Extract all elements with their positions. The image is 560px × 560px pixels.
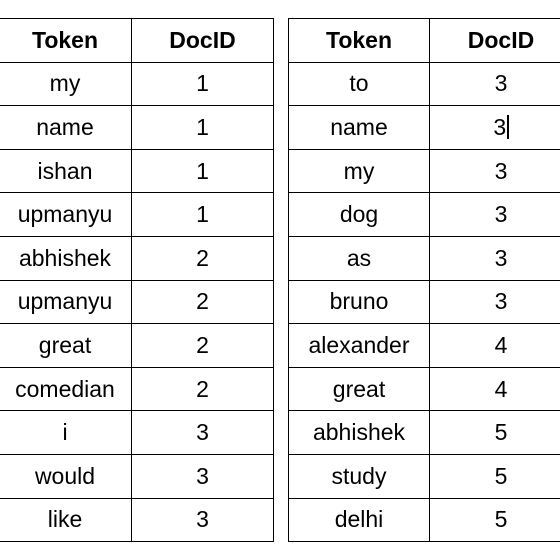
- table-row: delhi 5: [288, 497, 560, 543]
- token-cell[interactable]: dog: [288, 192, 430, 237]
- docid-cell[interactable]: 1: [131, 192, 274, 237]
- docid-cell[interactable]: 3: [429, 61, 560, 107]
- token-cell[interactable]: comedian: [0, 366, 132, 412]
- docid-cell[interactable]: 3: [131, 410, 274, 455]
- table-row: comedian 2: [0, 366, 274, 412]
- docid-cell[interactable]: 5: [429, 410, 560, 455]
- table-row: my 3: [288, 148, 560, 194]
- token-cell[interactable]: as: [288, 235, 430, 281]
- table-row: i3: [0, 410, 274, 455]
- docid-cell[interactable]: 3: [429, 279, 560, 325]
- table-row: upmanyu 2: [0, 279, 274, 325]
- docid-cell[interactable]: 4: [429, 323, 560, 368]
- docid-value: 3: [493, 113, 507, 140]
- docid-cell[interactable]: 1: [131, 148, 274, 194]
- table-row: name 1: [0, 105, 274, 150]
- docid-cell[interactable]: 5: [429, 497, 560, 543]
- token-cell[interactable]: alexander: [288, 323, 430, 368]
- token-cell[interactable]: i: [0, 410, 132, 455]
- table-row: abhishek 5: [288, 410, 560, 455]
- header-row: Token DocID: [288, 18, 560, 63]
- token-cell[interactable]: my: [0, 61, 132, 107]
- table-row: ishan 1: [0, 148, 274, 194]
- docid-cell[interactable]: 3: [429, 105, 560, 150]
- table-row: great 2: [0, 323, 274, 368]
- header-docid: DocID: [429, 18, 560, 63]
- docid-cell[interactable]: 2: [131, 366, 274, 412]
- header-docid: DocID: [131, 18, 274, 63]
- token-cell[interactable]: like: [0, 497, 132, 543]
- token-cell[interactable]: upmanyu: [0, 192, 132, 237]
- token-cell[interactable]: study: [288, 453, 430, 499]
- docid-cell[interactable]: 1: [131, 105, 274, 150]
- token-cell[interactable]: my: [288, 148, 430, 194]
- docid-cell[interactable]: 3: [131, 497, 274, 543]
- token-cell[interactable]: would: [0, 453, 132, 499]
- token-table-right: Token DocID to 3 name 3 my 3 dog 3 as 3 bruno…: [288, 18, 560, 543]
- header-token: Token: [288, 18, 430, 63]
- header-token: Token: [0, 18, 132, 63]
- token-cell[interactable]: great: [288, 366, 430, 412]
- token-cell[interactable]: ishan: [0, 148, 132, 194]
- docid-cell[interactable]: 4: [429, 366, 560, 412]
- docid-cell[interactable]: 5: [429, 453, 560, 499]
- table-row: as 3: [288, 235, 560, 281]
- docid-cell[interactable]: 2: [131, 235, 274, 281]
- table-row: study 5: [288, 453, 560, 499]
- table-row: upmanyu 1: [0, 192, 274, 237]
- token-cell[interactable]: bruno: [288, 279, 430, 325]
- token-cell[interactable]: abhishek: [0, 235, 132, 281]
- table-row: would 3: [0, 453, 274, 499]
- token-cell[interactable]: abhishek: [288, 410, 430, 455]
- docid-cell[interactable]: 3: [429, 148, 560, 194]
- table-row: my 1: [0, 61, 274, 107]
- docid-cell[interactable]: 3: [429, 235, 560, 281]
- docid-cell[interactable]: 3: [131, 453, 274, 499]
- token-cell[interactable]: name: [288, 105, 430, 150]
- text-cursor: [507, 114, 509, 139]
- token-cell[interactable]: to: [288, 61, 430, 107]
- table-row: name 3: [288, 105, 560, 150]
- docid-cell[interactable]: 1: [131, 61, 274, 107]
- table-row: like 3: [0, 497, 274, 543]
- token-cell[interactable]: great: [0, 323, 132, 368]
- table-row: to 3: [288, 61, 560, 107]
- table-row: abhishek 2: [0, 235, 274, 281]
- token-cell[interactable]: name: [0, 105, 132, 150]
- table-row: alexander 4: [288, 323, 560, 368]
- document-page: { "tables": [ { "headers": ["Token", "Do…: [0, 0, 560, 560]
- token-table-left: Token DocID my 1 name 1 ishan 1 upmanyu 1 ab…: [0, 18, 274, 543]
- docid-cell[interactable]: 3: [429, 192, 560, 237]
- docid-cell[interactable]: 2: [131, 279, 274, 325]
- token-cell[interactable]: delhi: [288, 497, 430, 543]
- table-row: dog 3: [288, 192, 560, 237]
- header-row: Token DocID: [0, 18, 274, 63]
- table-row: bruno 3: [288, 279, 560, 325]
- table-row: great 4: [288, 366, 560, 412]
- docid-cell[interactable]: 2: [131, 323, 274, 368]
- token-cell[interactable]: upmanyu: [0, 279, 132, 325]
